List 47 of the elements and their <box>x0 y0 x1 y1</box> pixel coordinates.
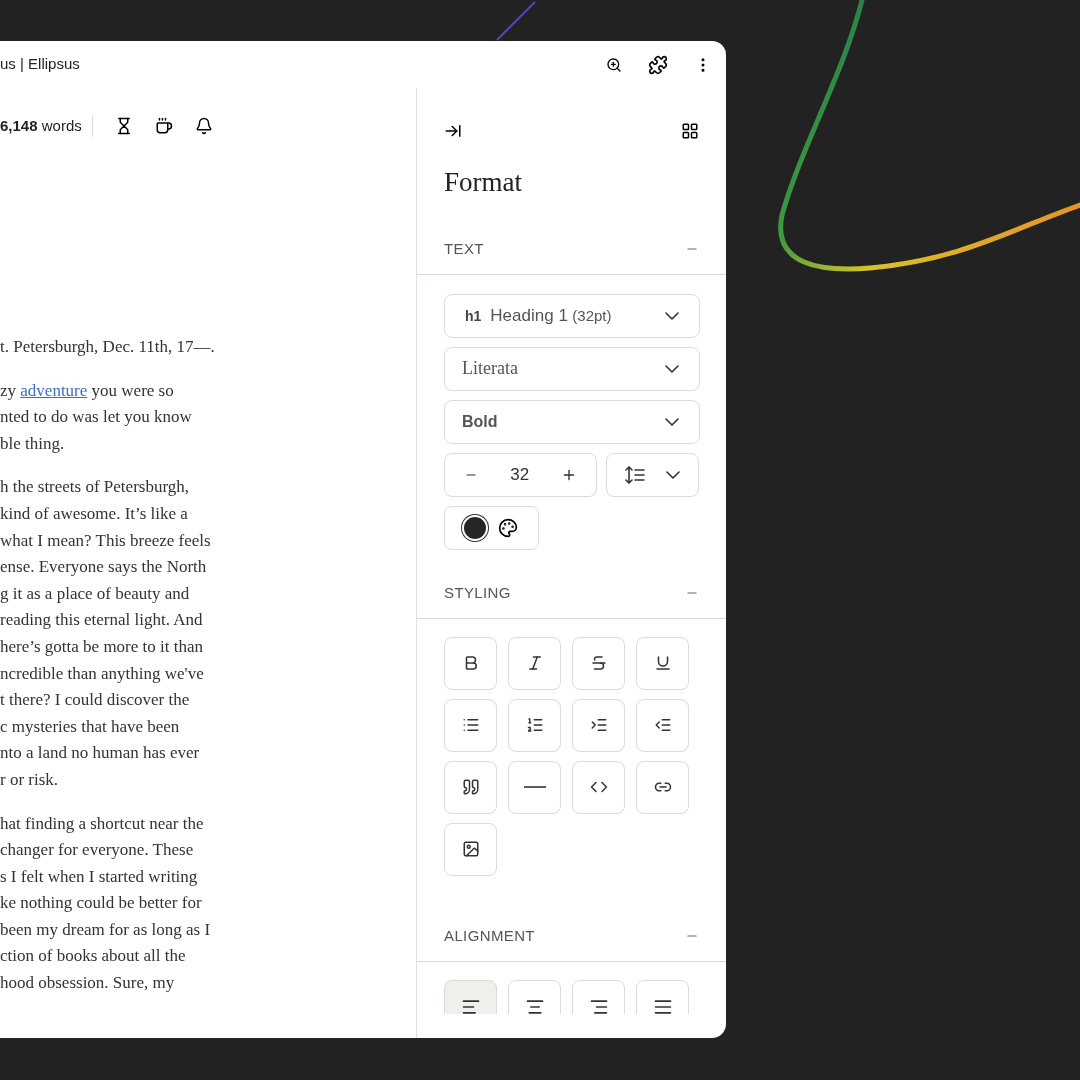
chevron-down-icon <box>665 311 679 320</box>
outdent-icon <box>653 716 672 734</box>
line-height-icon <box>625 465 646 484</box>
numbered-list-icon <box>525 716 544 734</box>
window-title: us | Ellipsus <box>0 54 80 75</box>
puzzle-icon[interactable] <box>648 54 668 75</box>
section-title: STYLING <box>444 582 511 603</box>
bullet-list-icon <box>461 716 480 734</box>
paragraph: h the streets of Petersburgh, kind of awesome. It’s like a what I mean? This breeze feels ense. Everyone says the North g it as a place of beauty and reading this eternal light. And here’s gotta be more to it than ncredible than anything we've t there? I could discover the c mysteries that have been nto a land no human has ever r or risk. <box>0 476 212 791</box>
grid-icon[interactable] <box>681 122 699 140</box>
image-button[interactable] <box>444 822 497 876</box>
chevron-down-icon <box>666 470 680 479</box>
link-button[interactable] <box>636 760 689 814</box>
font-size-value: 32 <box>510 463 530 486</box>
text-color-picker[interactable] <box>444 505 539 550</box>
paragraph: zy adventure you were so nted to do was let you know ble thing. <box>0 379 193 455</box>
horizontal-line-icon <box>523 786 546 788</box>
numbered-list-button[interactable] <box>508 698 561 752</box>
block-type-dropdown[interactable]: h1 Heading 1 (32pt) <box>444 293 700 338</box>
underline-icon <box>653 654 672 672</box>
font-dropdown[interactable]: Literata <box>444 346 700 391</box>
indent-button[interactable] <box>572 698 625 752</box>
cup-icon[interactable] <box>154 117 173 135</box>
indent-icon <box>589 716 608 734</box>
quote-button[interactable] <box>444 760 497 814</box>
text-link[interactable]: adventure <box>20 380 88 400</box>
bell-icon[interactable] <box>194 117 213 135</box>
outdent-button[interactable] <box>636 698 689 752</box>
strikethrough-button[interactable] <box>572 636 625 690</box>
paragraph: t. Petersburgh, Dec. 11th, 17—. <box>0 336 216 358</box>
zoom-icon[interactable] <box>606 56 622 73</box>
section-title: TEXT <box>444 238 484 259</box>
word-count: 6,148 words <box>0 115 93 137</box>
font-weight-dropdown[interactable]: Bold <box>444 399 700 444</box>
palette-icon <box>498 517 518 538</box>
strikethrough-icon <box>589 654 608 672</box>
quote-icon <box>461 778 480 796</box>
paragraph: hat finding a shortcut near the changer for everyone. These s I felt when I started writing ke nothing could be better for been my dream for as long as I ction of books about all the hood obsession. Sure, my <box>0 812 212 995</box>
panel-title: Format <box>443 166 523 199</box>
chevron-down-icon <box>665 364 679 373</box>
bullet-list-button[interactable] <box>444 698 497 752</box>
collapse-panel-icon[interactable] <box>444 122 462 140</box>
line-height-dropdown[interactable] <box>606 452 699 497</box>
bold-button[interactable] <box>444 636 497 690</box>
chevron-down-icon <box>665 417 679 426</box>
section-title: ALIGNMENT <box>444 925 535 946</box>
image-icon <box>461 840 480 858</box>
